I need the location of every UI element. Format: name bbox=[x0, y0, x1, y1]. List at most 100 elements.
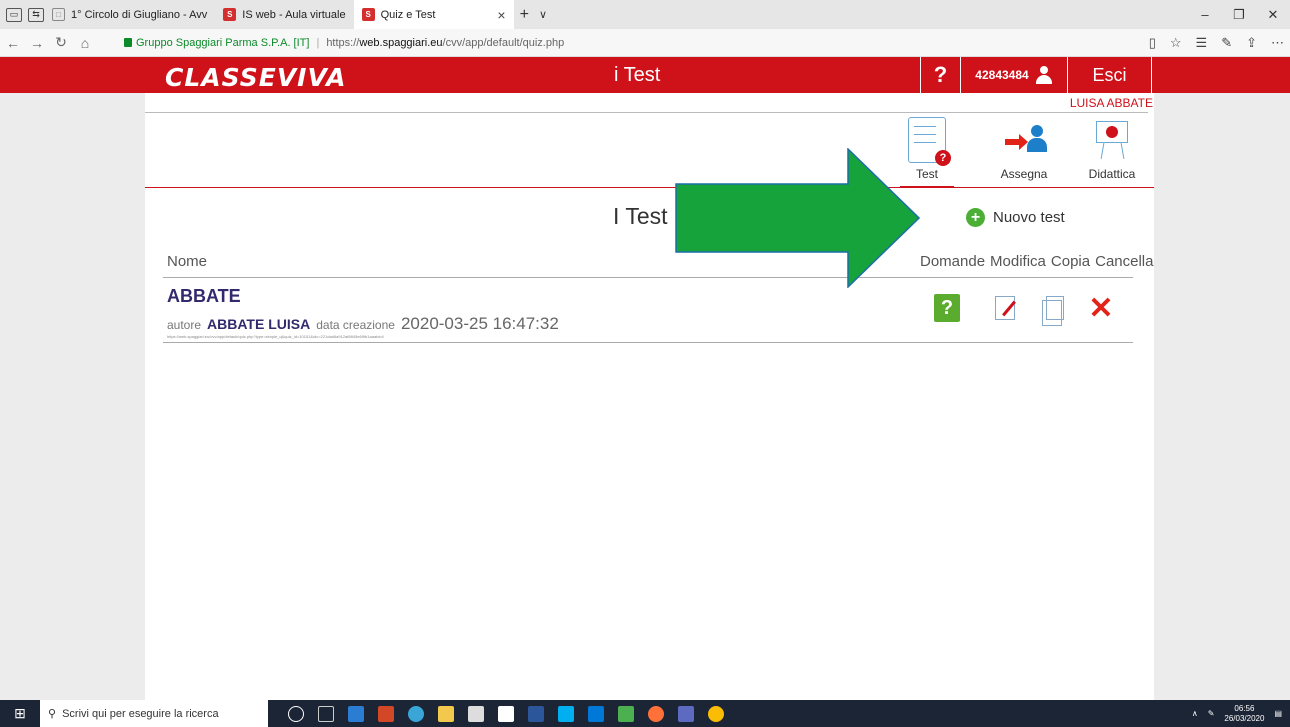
refresh-icon[interactable]: ↻ bbox=[50, 34, 72, 51]
edit-icon bbox=[995, 296, 1016, 320]
minimize-icon[interactable]: – bbox=[1188, 0, 1222, 29]
column-header-modifica: Modifica bbox=[990, 253, 1046, 270]
user-code-button[interactable]: 42843484 bbox=[960, 57, 1067, 93]
taskbar-apps bbox=[288, 705, 724, 722]
url-field[interactable]: Gruppo Spaggiari Parma S.P.A. [IT] | htt… bbox=[124, 33, 564, 53]
url-text: https://web.spaggiari.eu/cvv/app/default… bbox=[326, 36, 565, 49]
quiz-url[interactable]: https://web.spaggiari.eu/cvv/app/default… bbox=[167, 334, 384, 339]
tab-assegna-label: Assegna bbox=[1000, 167, 1048, 181]
new-test-button[interactable]: + Nuovo test bbox=[966, 208, 1065, 227]
app-icon[interactable] bbox=[618, 705, 634, 722]
help-button[interactable]: ? bbox=[920, 57, 960, 93]
taskbar-search[interactable]: ⚲ Scrivi qui per eseguire la ricerca bbox=[40, 700, 268, 727]
photos-icon[interactable] bbox=[348, 705, 364, 722]
plus-icon: + bbox=[966, 208, 985, 227]
windows-start-icon[interactable]: ⊞ bbox=[0, 700, 40, 727]
tab-label: 1° Circolo di Giugliano - Avv bbox=[71, 8, 208, 21]
column-header-name: Nome bbox=[167, 253, 208, 270]
forward-icon[interactable]: → bbox=[26, 35, 48, 51]
tab-didattica[interactable]: Didattica bbox=[1078, 117, 1146, 181]
browser-tab[interactable]: □ 1° Circolo di Giugliano - Avv bbox=[44, 0, 215, 29]
spaggiari-favicon-icon: S bbox=[361, 8, 375, 21]
delete-button[interactable]: ✕ bbox=[1088, 292, 1114, 325]
tabs-aside-icon[interactable]: ⇆ bbox=[28, 7, 44, 22]
app-icon[interactable] bbox=[408, 705, 424, 722]
questions-button[interactable]: ? bbox=[934, 294, 960, 322]
restore-icon[interactable]: ❐ bbox=[1222, 0, 1256, 29]
browser-tab-strip: ▭ ⇆ □ 1° Circolo di Giugliano - Avv S IS… bbox=[0, 0, 1290, 29]
favorites-list-icon[interactable]: ☰ bbox=[1196, 35, 1208, 51]
powerpoint-icon[interactable] bbox=[378, 705, 394, 722]
task-view-icon[interactable] bbox=[318, 705, 334, 722]
clock[interactable]: 06:56 26/03/2020 bbox=[1224, 704, 1264, 724]
new-tab-icon[interactable]: + bbox=[520, 6, 529, 24]
browser-tab[interactable]: S IS web - Aula virtuale bbox=[215, 0, 353, 29]
quiz-meta: autore ABBATE LUISA data creazione 2020-… bbox=[167, 314, 559, 334]
file-explorer-icon[interactable] bbox=[438, 705, 454, 722]
chevron-down-icon[interactable]: ∨ bbox=[539, 8, 547, 21]
date-label: data creazione bbox=[316, 318, 395, 332]
classeviva-logo[interactable]: CLASSEVIVA bbox=[165, 63, 346, 92]
divider bbox=[163, 342, 1133, 343]
back-icon[interactable]: ← bbox=[2, 35, 24, 51]
quiz-date: 2020-03-25 16:47:32 bbox=[400, 314, 559, 333]
close-icon[interactable]: ✕ bbox=[1256, 0, 1290, 29]
system-tray: ∧ ✎ 06:56 26/03/2020 ▤ bbox=[1192, 700, 1282, 727]
page-icon: □ bbox=[52, 8, 65, 21]
tab-label: Quiz e Test bbox=[380, 8, 436, 21]
skype-icon[interactable] bbox=[558, 705, 574, 722]
close-tab-icon[interactable]: × bbox=[497, 7, 505, 23]
window-controls: – ❐ ✕ bbox=[1188, 0, 1290, 29]
divider bbox=[145, 187, 1154, 188]
tab-label: IS web - Aula virtuale bbox=[242, 8, 346, 21]
notepad-icon[interactable] bbox=[498, 705, 514, 722]
edit-button[interactable] bbox=[992, 294, 1018, 322]
exit-button[interactable]: Esci bbox=[1067, 57, 1152, 93]
reading-view-icon[interactable]: ▯ bbox=[1149, 35, 1156, 51]
copy-icon bbox=[1042, 296, 1064, 326]
tab-actions-icon[interactable]: ▭ bbox=[6, 7, 22, 22]
divider: | bbox=[316, 36, 320, 49]
word-icon[interactable] bbox=[528, 705, 544, 722]
column-header-cancella: Cancella bbox=[1095, 253, 1154, 270]
certificate-label: Gruppo Spaggiari Parma S.P.A. [IT] bbox=[136, 36, 310, 49]
more-icon[interactable]: ⋯ bbox=[1271, 35, 1284, 51]
copy-button[interactable] bbox=[1042, 294, 1068, 326]
lock-icon bbox=[124, 38, 132, 47]
browser-tab-active[interactable]: S Quiz e Test × bbox=[353, 0, 514, 29]
column-header-domande: Domande bbox=[920, 253, 986, 270]
notification-icon[interactable]: ▤ bbox=[1274, 709, 1282, 718]
divider bbox=[145, 112, 1148, 113]
chevron-up-icon[interactable]: ∧ bbox=[1192, 709, 1198, 718]
quiz-title[interactable]: ABBATE bbox=[167, 286, 241, 307]
chrome-icon[interactable] bbox=[708, 705, 724, 722]
assign-icon bbox=[999, 117, 1049, 163]
favorite-star-icon[interactable]: ☆ bbox=[1170, 35, 1182, 51]
search-placeholder: Scrivi qui per eseguire la ricerca bbox=[62, 707, 219, 720]
address-bar: ← → ↻ ⌂ Gruppo Spaggiari Parma S.P.A. [I… bbox=[0, 29, 1290, 57]
tab-didattica-label: Didattica bbox=[1088, 167, 1136, 181]
divider bbox=[163, 277, 1133, 278]
annotation-arrow-icon bbox=[675, 148, 920, 288]
clock-time: 06:56 bbox=[1234, 703, 1255, 713]
quiz-author: ABBATE LUISA bbox=[207, 316, 311, 332]
app-icon[interactable] bbox=[678, 705, 694, 722]
user-name: LUISA ABBATE bbox=[1069, 96, 1153, 110]
share-icon[interactable]: ⇪ bbox=[1246, 35, 1257, 51]
tab-assegna[interactable]: Assegna bbox=[995, 117, 1053, 181]
app-header: CLASSEVIVA i Test ? 42843484 Esci bbox=[0, 57, 1290, 93]
spaggiari-favicon-icon: S bbox=[223, 8, 237, 21]
user-icon bbox=[1035, 66, 1053, 84]
new-test-label: Nuovo test bbox=[993, 209, 1065, 226]
edge-icon[interactable] bbox=[588, 705, 604, 722]
search-icon: ⚲ bbox=[48, 708, 57, 720]
pen-icon[interactable]: ✎ bbox=[1208, 709, 1215, 718]
store-icon[interactable] bbox=[468, 705, 484, 722]
home-icon[interactable]: ⌂ bbox=[74, 35, 96, 51]
taskbar: ⊞ ⚲ Scrivi qui per eseguire la ricerca ∧… bbox=[0, 700, 1290, 727]
pen-icon[interactable]: ✎ bbox=[1221, 35, 1232, 51]
cortana-icon[interactable] bbox=[288, 705, 304, 722]
clock-date: 26/03/2020 bbox=[1224, 713, 1265, 723]
user-code: 42843484 bbox=[975, 68, 1029, 82]
firefox-icon[interactable] bbox=[648, 705, 664, 722]
